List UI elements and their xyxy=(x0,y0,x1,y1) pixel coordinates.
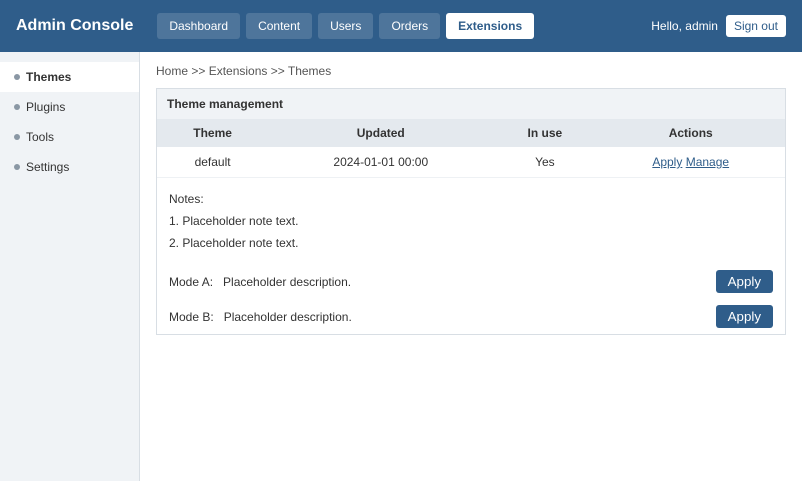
sidebar-item-label: Settings xyxy=(26,160,70,174)
sidebar-item-1[interactable]: Themes xyxy=(0,62,139,92)
theme-table: Theme Updated In use Actions default 202… xyxy=(157,119,785,178)
user-greeting: Hello, admin xyxy=(651,19,718,33)
manage-theme-link[interactable]: Manage xyxy=(686,155,729,169)
bullet-icon xyxy=(14,134,20,140)
mode-description: Placeholder description. xyxy=(223,309,352,324)
tab-1[interactable]: Dashboard xyxy=(157,13,241,39)
theme-name: default xyxy=(157,147,269,178)
body: Themes Plugins Tools Settings Home >> Ex… xyxy=(0,52,802,481)
notes-heading: Notes: xyxy=(169,192,204,206)
sidebar-item-label: Themes xyxy=(26,70,72,84)
tab-3[interactable]: Users xyxy=(318,13,374,39)
logout-button[interactable]: Sign out xyxy=(725,15,786,37)
main-nav: Dashboard Content Users Orders Extension… xyxy=(157,13,535,39)
column-header: In use xyxy=(493,119,597,147)
note-item: 2. Placeholder note text. xyxy=(169,236,299,250)
bullet-icon xyxy=(14,74,20,80)
sidebar-item-label: Tools xyxy=(26,130,55,144)
table-row: default 2024-01-01 00:00 Yes Apply Manag… xyxy=(157,147,785,178)
theme-panel: Theme management Theme Updated In use Ac… xyxy=(156,88,786,335)
sidebar-item-label: Plugins xyxy=(26,100,66,114)
column-header: Updated xyxy=(268,119,494,147)
column-header: Theme xyxy=(157,119,269,147)
sidebar-item-2[interactable]: Plugins xyxy=(0,92,139,122)
sidebar-item-4[interactable]: Settings xyxy=(0,152,139,182)
top-bar: Admin Console Dashboard Content Users Or… xyxy=(0,0,802,52)
main-content: Home >> Extensions >> Themes Theme manag… xyxy=(140,52,802,481)
apply-mode-button[interactable]: Apply xyxy=(715,305,773,328)
theme-actions: Apply Manage xyxy=(596,147,785,178)
mode-description: Placeholder description. xyxy=(223,274,352,289)
bullet-icon xyxy=(14,104,20,110)
table-header-row: Theme Updated In use Actions xyxy=(157,119,785,147)
sidebar-item-3[interactable]: Tools xyxy=(0,122,139,152)
note-item: 1. Placeholder note text. xyxy=(169,214,299,228)
tab-5[interactable]: Extensions xyxy=(446,13,535,39)
mode-row: Mode B: Placeholder description. Apply xyxy=(157,299,785,334)
column-header: Actions xyxy=(596,119,785,147)
breadcrumb: Home >> Extensions >> Themes xyxy=(156,64,332,78)
theme-in-use: Yes xyxy=(493,147,597,178)
panel-title: Theme management xyxy=(157,89,785,119)
mode-label: Mode B: xyxy=(169,309,214,324)
user-area: Hello, admin Sign out xyxy=(651,15,786,37)
tab-2[interactable]: Content xyxy=(246,13,313,39)
bullet-icon xyxy=(14,164,20,170)
theme-updated: 2024-01-01 00:00 xyxy=(268,147,494,178)
apply-theme-link[interactable]: Apply xyxy=(652,155,682,169)
notes: Notes: 1. Placeholder note text. 2. Plac… xyxy=(157,178,785,264)
tab-4[interactable]: Orders xyxy=(379,13,441,39)
brand: Admin Console xyxy=(16,17,134,34)
app-window: Admin Console Dashboard Content Users Or… xyxy=(0,0,802,481)
sidebar: Themes Plugins Tools Settings xyxy=(0,52,140,481)
mode-row: Mode A: Placeholder description. Apply xyxy=(157,264,785,299)
mode-label: Mode A: xyxy=(169,274,214,289)
apply-mode-button[interactable]: Apply xyxy=(715,270,773,293)
